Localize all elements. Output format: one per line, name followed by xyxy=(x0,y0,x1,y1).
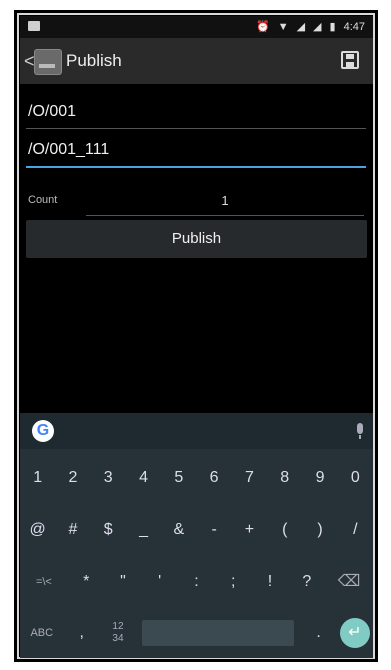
space-key[interactable] xyxy=(142,620,295,646)
microphone-icon[interactable] xyxy=(357,423,363,439)
comma-key[interactable]: , xyxy=(64,608,100,658)
key[interactable]: 6 xyxy=(196,453,231,503)
period-key[interactable]: . xyxy=(300,608,336,658)
key[interactable]: 1 xyxy=(20,453,55,503)
fraction-top: 12 xyxy=(112,620,124,632)
key[interactable]: ' xyxy=(141,557,178,607)
fraction-key[interactable]: 12 34 xyxy=(100,608,136,658)
topic-field-1-value: /O/001 xyxy=(28,103,77,120)
key[interactable]: + xyxy=(232,505,267,555)
back-chevron-icon[interactable]: < xyxy=(24,51,35,72)
key[interactable]: / xyxy=(338,505,373,555)
fraction-bottom: 34 xyxy=(112,632,124,644)
key[interactable]: ? xyxy=(288,557,325,607)
status-icons: ⏰ ▼ ◢ ◢ ▮ 4:47 xyxy=(255,20,365,34)
keyboard-row-numbers: 1 2 3 4 5 6 7 8 9 0 xyxy=(20,453,373,503)
status-bar: ⏰ ▼ ◢ ◢ ▮ 4:47 xyxy=(20,16,373,38)
keyboard-row-symbols-2: =\< * " ' : ; ! ? ⌫ xyxy=(20,557,373,607)
key[interactable]: 8 xyxy=(267,453,302,503)
count-input[interactable]: 1 xyxy=(86,186,364,216)
topic-field-1[interactable]: /O/001 xyxy=(26,96,366,129)
enter-icon: ↵ xyxy=(339,618,370,648)
key[interactable]: $ xyxy=(91,505,126,555)
screen: ⏰ ▼ ◢ ◢ ▮ 4:47 < Publish /O/001 /O/001_1… xyxy=(20,16,373,658)
signal-icon: ◢ xyxy=(296,21,306,33)
key[interactable]: ) xyxy=(302,505,337,555)
publish-button[interactable]: Publish xyxy=(26,220,367,258)
key[interactable]: # xyxy=(55,505,90,555)
keyboard-row-bottom: ABC , 12 34 . ↵ xyxy=(20,608,373,658)
keyboard-suggestion-bar: G xyxy=(20,413,373,449)
google-icon[interactable]: G xyxy=(32,420,54,442)
abc-key[interactable]: ABC xyxy=(20,608,64,658)
enter-key[interactable]: ↵ xyxy=(337,608,373,658)
app-icon[interactable] xyxy=(34,49,62,75)
action-bar: < Publish xyxy=(20,38,373,84)
page-title: Publish xyxy=(66,51,122,70)
key[interactable]: " xyxy=(105,557,142,607)
key[interactable]: 0 xyxy=(338,453,373,503)
key[interactable]: ! xyxy=(252,557,289,607)
signal-icon: ◢ xyxy=(313,21,322,33)
keyboard-row-symbols-1: @ # $ _ & - + ( ) / xyxy=(20,505,373,555)
more-symbols-key[interactable]: =\< xyxy=(20,557,68,607)
backspace-icon[interactable]: ⌫ xyxy=(325,557,373,607)
key[interactable]: * xyxy=(68,557,105,607)
key[interactable]: 9 xyxy=(302,453,337,503)
key[interactable]: & xyxy=(161,505,196,555)
status-time: 4:47 xyxy=(343,20,365,33)
keyboard: G 1 2 3 4 5 6 7 8 9 0 @ # $ _ & - + ( ) … xyxy=(20,413,373,658)
key[interactable]: @ xyxy=(20,505,55,555)
alarm-icon: ⏰ xyxy=(255,21,270,33)
key[interactable]: 4 xyxy=(126,453,161,503)
battery-icon: ▮ xyxy=(329,21,336,33)
key[interactable]: : xyxy=(178,557,215,607)
key[interactable]: _ xyxy=(126,505,161,555)
key[interactable]: ( xyxy=(267,505,302,555)
count-label: Count xyxy=(28,194,58,206)
key[interactable]: 7 xyxy=(232,453,267,503)
key[interactable]: 3 xyxy=(91,453,126,503)
topic-field-2[interactable]: /O/001_111 xyxy=(26,134,366,168)
count-row: Count 1 xyxy=(26,186,366,216)
key[interactable]: - xyxy=(196,505,231,555)
wifi-icon: ▼ xyxy=(277,20,289,33)
key[interactable]: ; xyxy=(215,557,252,607)
topic-field-2-value: /O/001_111 xyxy=(28,141,110,158)
key[interactable]: 2 xyxy=(55,453,90,503)
save-icon[interactable] xyxy=(341,51,359,69)
notification-icon xyxy=(28,21,40,31)
key[interactable]: 5 xyxy=(161,453,196,503)
fraction-label: 12 34 xyxy=(112,621,123,645)
